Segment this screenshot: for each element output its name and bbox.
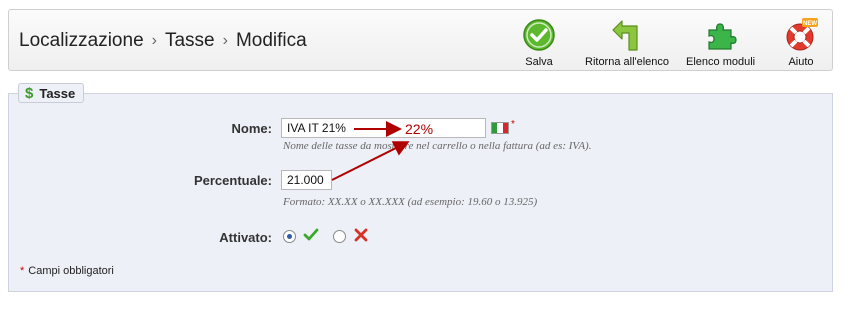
save-button[interactable]: Salva	[522, 18, 556, 68]
required-note-star: *	[20, 265, 25, 277]
cross-icon	[354, 228, 368, 242]
help-label: Aiuto	[788, 56, 814, 68]
help-button[interactable]: NEW Aiuto	[784, 18, 818, 68]
breadcrumb-item-modifica: Modifica	[235, 30, 307, 51]
italy-flag-icon[interactable]	[491, 122, 509, 134]
puzzle-icon	[707, 23, 737, 50]
modules-list-button[interactable]: Elenco moduli	[686, 18, 755, 68]
dollar-icon: $	[25, 84, 34, 102]
return-arrow-icon	[612, 20, 638, 51]
panel-legend-label: Tasse	[39, 85, 76, 101]
breadcrumb-item-tasse[interactable]: Tasse	[165, 30, 215, 51]
breadcrumb: Localizzazione › Tasse › Modifica	[19, 30, 307, 52]
required-note: * Campi obbligatori	[20, 265, 114, 277]
check-circle-icon	[523, 19, 555, 51]
back-to-list-button[interactable]: Ritorna all'elenco	[585, 18, 669, 68]
breadcrumb-separator: ›	[151, 32, 157, 49]
panel-legend: $ Tasse	[18, 83, 85, 103]
name-hint: Nome delle tasse da mostrare nel carrell…	[283, 140, 592, 152]
required-note-text: Campi obbligatori	[28, 265, 114, 277]
name-input[interactable]	[281, 118, 486, 138]
back-to-list-label: Ritorna all'elenco	[585, 56, 670, 68]
required-star: *	[511, 119, 515, 130]
new-badge: NEW	[803, 21, 817, 27]
breadcrumb-item-localizzazione[interactable]: Localizzazione	[19, 30, 144, 51]
toolbar: Localizzazione › Tasse › Modifica Salva Rito…	[8, 9, 833, 71]
percent-hint: Formato: XX.XX o XX.XXX (ad esempio: 19.…	[283, 196, 538, 208]
active-label: Attivato:	[219, 230, 272, 245]
active-yes-radio[interactable]	[283, 230, 296, 243]
name-label: Nome:	[231, 121, 272, 136]
annotation-text: 22%	[405, 121, 434, 137]
check-icon	[303, 228, 319, 241]
modules-list-label: Elenco moduli	[686, 56, 756, 68]
save-button-label: Salva	[525, 56, 553, 68]
breadcrumb-separator: ›	[222, 32, 228, 49]
percent-input[interactable]	[281, 170, 332, 190]
active-no-radio[interactable]	[333, 230, 346, 243]
lifebuoy-icon: NEW	[786, 18, 818, 51]
percent-label: Percentuale:	[193, 173, 272, 188]
